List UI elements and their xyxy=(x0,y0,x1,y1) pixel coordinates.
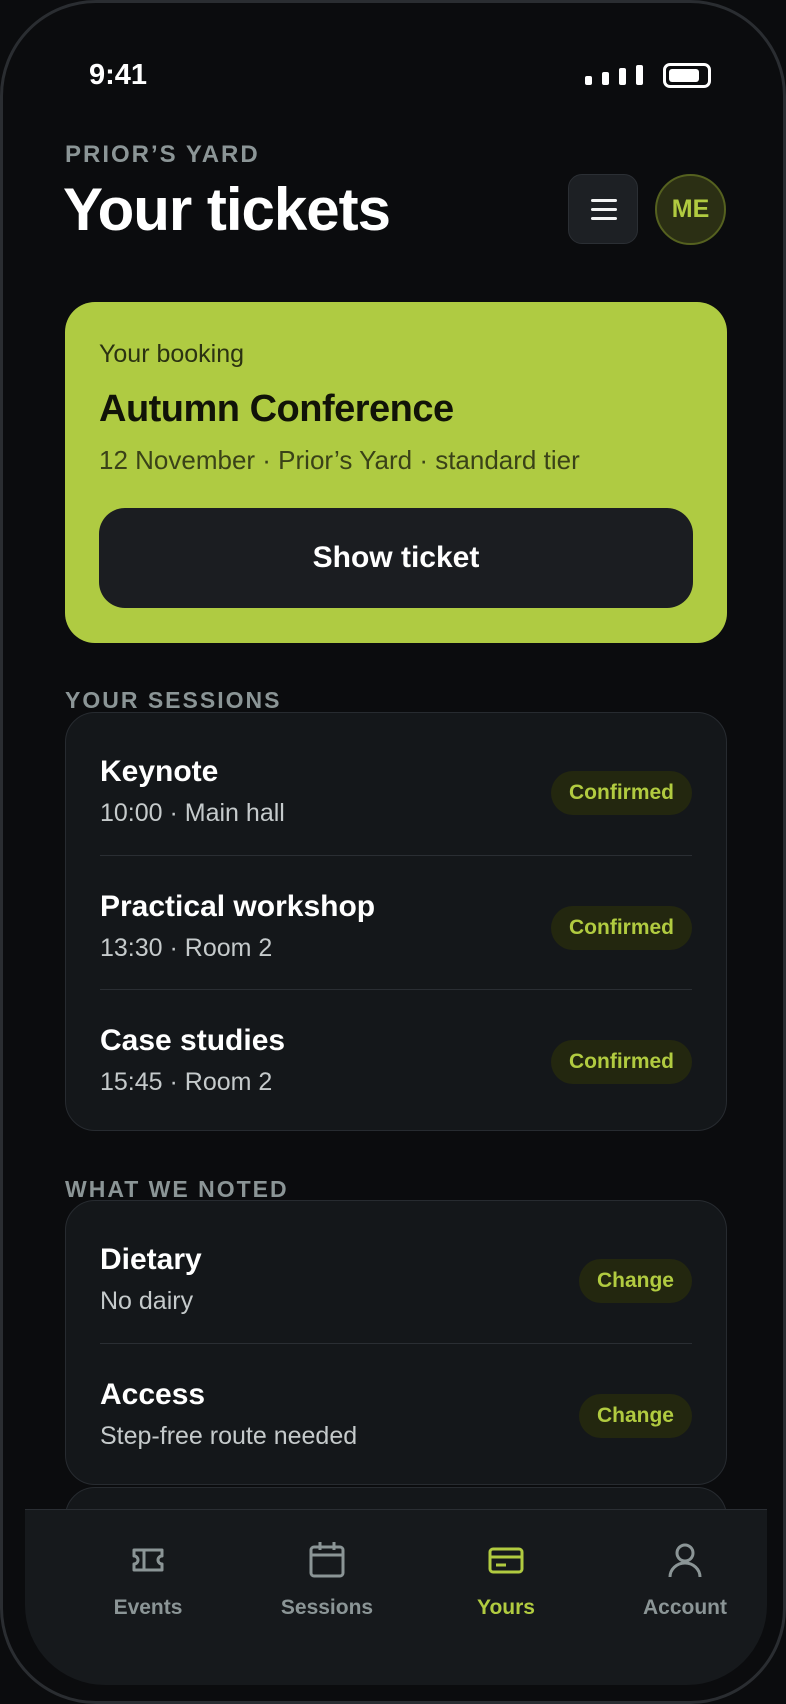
tab-bar: Events Sessions Yours Account xyxy=(25,1509,767,1685)
booking-eyebrow: Your booking xyxy=(99,340,245,368)
noted-section-label: WHAT WE NOTED xyxy=(65,1176,289,1202)
status-badge: Confirmed xyxy=(551,771,692,815)
noted-row-access: Access Step-free route needed Change xyxy=(100,1343,692,1477)
status-time: 9:41 xyxy=(89,59,148,91)
tab-sessions[interactable]: Sessions xyxy=(252,1540,402,1640)
session-title: Keynote xyxy=(100,755,219,788)
session-title: Practical workshop xyxy=(100,890,376,923)
tab-events[interactable]: Events xyxy=(73,1540,223,1640)
change-access-button[interactable]: Change xyxy=(578,1394,692,1438)
session-title: Case studies xyxy=(100,1024,286,1057)
noted-row-dietary: Dietary No dairy Change xyxy=(100,1209,692,1343)
status-bar: 9:41 xyxy=(3,55,783,99)
calendar-icon xyxy=(309,1542,345,1578)
noted-detail: Step-free route needed xyxy=(100,1422,358,1450)
card-icon xyxy=(488,1547,524,1574)
person-icon xyxy=(668,1543,702,1578)
ticket-icon xyxy=(132,1548,164,1572)
session-row[interactable]: Practical workshop 13:30 · Room 2 Confir… xyxy=(100,855,692,989)
tab-account[interactable]: Account xyxy=(610,1540,760,1640)
venue-label: PRIOR’S YARD xyxy=(65,141,260,168)
menu-button[interactable] xyxy=(568,174,638,244)
signal-icon xyxy=(585,65,645,85)
session-row[interactable]: Case studies 15:45 · Room 2 Confirmed xyxy=(100,989,692,1123)
session-detail: 13:30 · Room 2 xyxy=(100,934,273,962)
noted-detail: No dairy xyxy=(100,1287,194,1315)
session-detail: 10:00 · Main hall xyxy=(100,799,285,827)
tab-yours[interactable]: Yours xyxy=(431,1540,581,1640)
avatar[interactable]: ME xyxy=(655,174,726,245)
noted-title: Dietary xyxy=(100,1243,202,1276)
noted-card: Dietary No dairy Change Access Step-free… xyxy=(65,1200,727,1485)
sessions-section-label: YOUR SESSIONS xyxy=(65,687,282,713)
session-detail: 15:45 · Room 2 xyxy=(100,1068,273,1096)
hamburger-icon xyxy=(591,199,617,221)
page-title: Your tickets xyxy=(63,176,391,243)
status-badge: Confirmed xyxy=(551,906,692,950)
event-name: Autumn Conference xyxy=(99,388,454,430)
noted-title: Access xyxy=(100,1378,206,1411)
tab-label: Account xyxy=(643,1596,727,1619)
tab-label: Yours xyxy=(477,1596,535,1619)
sessions-card: Keynote 10:00 · Main hall Confirmed Prac… xyxy=(65,712,727,1131)
battery-icon xyxy=(663,63,711,88)
phone-frame: 9:41 PRIOR’S YARD Your tickets ME Your b… xyxy=(0,0,786,1704)
session-row[interactable]: Keynote 10:00 · Main hall Confirmed xyxy=(100,721,692,855)
tab-label: Events xyxy=(113,1596,183,1619)
show-ticket-button[interactable]: Show ticket xyxy=(99,508,693,608)
booking-meta: 12 November · Prior’s Yard · standard ti… xyxy=(99,445,580,475)
change-dietary-button[interactable]: Change xyxy=(578,1259,692,1303)
tab-label: Sessions xyxy=(280,1596,374,1619)
status-badge: Confirmed xyxy=(551,1040,692,1084)
booking-card: Your booking Autumn Conference 12 Novemb… xyxy=(65,302,727,643)
